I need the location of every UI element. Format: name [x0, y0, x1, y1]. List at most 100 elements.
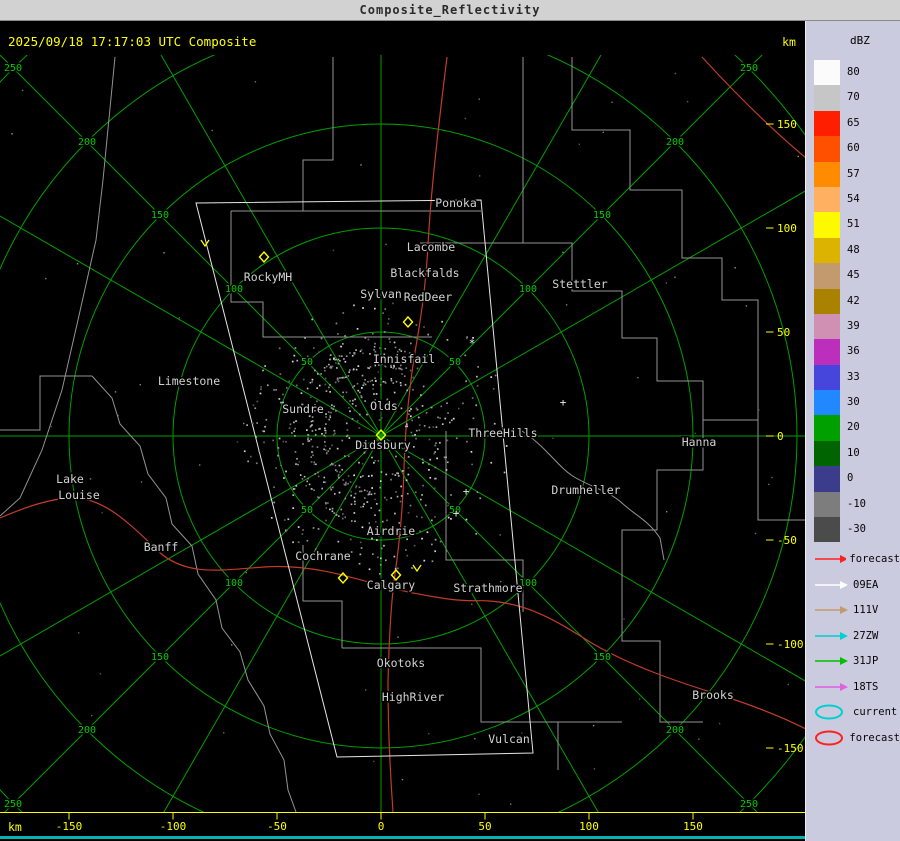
echo-pixel [317, 373, 319, 375]
echo-pixel [353, 409, 356, 412]
storm-ellipse [815, 730, 843, 746]
range-ring-label: 100 [225, 578, 243, 589]
echo-pixel [400, 495, 403, 497]
echo-pixel [354, 492, 357, 495]
echo-pixel [325, 390, 328, 392]
echo-pixel [330, 488, 333, 491]
noise-pixel [428, 733, 430, 735]
echo-pixel [406, 423, 408, 426]
echo-pixel [431, 543, 433, 546]
colorbar-row: 65 [814, 110, 900, 137]
echo-pixel [423, 425, 426, 427]
echo-pixel [246, 424, 248, 426]
echo-pixel [263, 430, 265, 433]
echo-pixel [342, 513, 344, 515]
echo-pixel [329, 354, 332, 356]
echo-pixel [265, 418, 268, 421]
colorbar-value: 42 [847, 294, 860, 307]
echo-pixel [407, 511, 410, 514]
echo-pixel [441, 423, 444, 425]
noise-pixel [245, 571, 247, 574]
echo-pixel [349, 538, 352, 541]
echo-pixel [395, 367, 397, 370]
echo-pixel [352, 386, 354, 389]
echo-pixel [437, 416, 439, 419]
noise-pixel [89, 478, 92, 480]
echo-pixel [379, 384, 382, 386]
echo-pixel [353, 496, 356, 499]
echo-pixel [439, 417, 441, 419]
echo-pixel [364, 379, 366, 381]
echo-pixel [321, 433, 323, 435]
echo-pixel [336, 447, 339, 450]
city-label: Banff [144, 540, 179, 554]
echo-pixel [358, 486, 361, 489]
echo-pixel [370, 507, 372, 509]
noise-pixel [163, 252, 165, 254]
echo-pixel [379, 347, 381, 349]
echo-pixel [407, 473, 410, 476]
echo-pixel [410, 431, 413, 434]
echo-pixel [400, 485, 402, 488]
echo-pixel [256, 422, 258, 424]
echo-pixel [295, 485, 298, 487]
echo-pixel [283, 519, 286, 521]
track-legend-item: 09EA [814, 572, 900, 598]
noise-pixel [471, 603, 473, 605]
echo-pixel [411, 567, 414, 570]
echo-pixel [282, 440, 285, 443]
echo-pixel [493, 422, 496, 425]
echo-pixel [314, 473, 317, 475]
echo-pixel [344, 360, 347, 363]
echo-pixel [345, 391, 348, 394]
echo-pixel [355, 349, 357, 351]
echo-pixel [310, 420, 313, 423]
echo-pixel [369, 380, 372, 383]
colorbar-row: 20 [814, 415, 900, 441]
window-titlebar[interactable]: Composite_Reflectivity [0, 0, 900, 21]
echo-pixel [419, 530, 421, 533]
echo-pixel [367, 475, 370, 477]
y-axis-label: 0 [777, 430, 784, 443]
echo-pixel [429, 476, 432, 479]
echo-pixel [328, 386, 330, 389]
noise-pixel [745, 305, 748, 307]
noise-pixel [578, 143, 580, 145]
echo-pixel [270, 517, 273, 519]
echo-pixel [358, 413, 361, 416]
x-axis-label: 100 [579, 820, 599, 833]
noise-pixel [101, 512, 103, 514]
echo-pixel [373, 346, 376, 348]
noise-pixel [797, 155, 799, 158]
echo-pixel [305, 485, 307, 487]
colorbar-swatch [814, 339, 840, 365]
echo-pixel [323, 434, 326, 437]
echo-pixel [260, 388, 262, 391]
echo-pixel [415, 324, 418, 326]
echo-pixel [323, 448, 325, 451]
echo-pixel [353, 304, 355, 307]
echo-pixel [260, 386, 262, 388]
echo-pixel [272, 439, 274, 442]
echo-pixel [278, 398, 281, 400]
echo-pixel [377, 460, 380, 462]
noise-pixel [99, 673, 102, 675]
echo-pixel [472, 417, 475, 420]
noise-pixel [758, 409, 760, 411]
radar-map[interactable]: 50 100 150 200 250 50 100 150 200 250 50 100 150 200 2… [0, 0, 806, 841]
echo-pixel [422, 461, 424, 464]
county-boundary [523, 242, 758, 421]
colorbar-row: 45 [814, 263, 900, 289]
echo-pixel [367, 381, 369, 383]
noise-pixel [298, 461, 300, 463]
caret-marker [200, 239, 210, 248]
echo-pixel [335, 322, 338, 325]
arrow-head [840, 580, 848, 589]
echo-pixel [466, 440, 468, 443]
echo-pixel [452, 417, 455, 420]
colorbar-value: 0 [847, 472, 854, 485]
echo-pixel [386, 519, 388, 522]
range-ring-label: 150 [593, 652, 611, 663]
echo-pixel [385, 499, 388, 501]
echo-pixel [427, 333, 430, 336]
